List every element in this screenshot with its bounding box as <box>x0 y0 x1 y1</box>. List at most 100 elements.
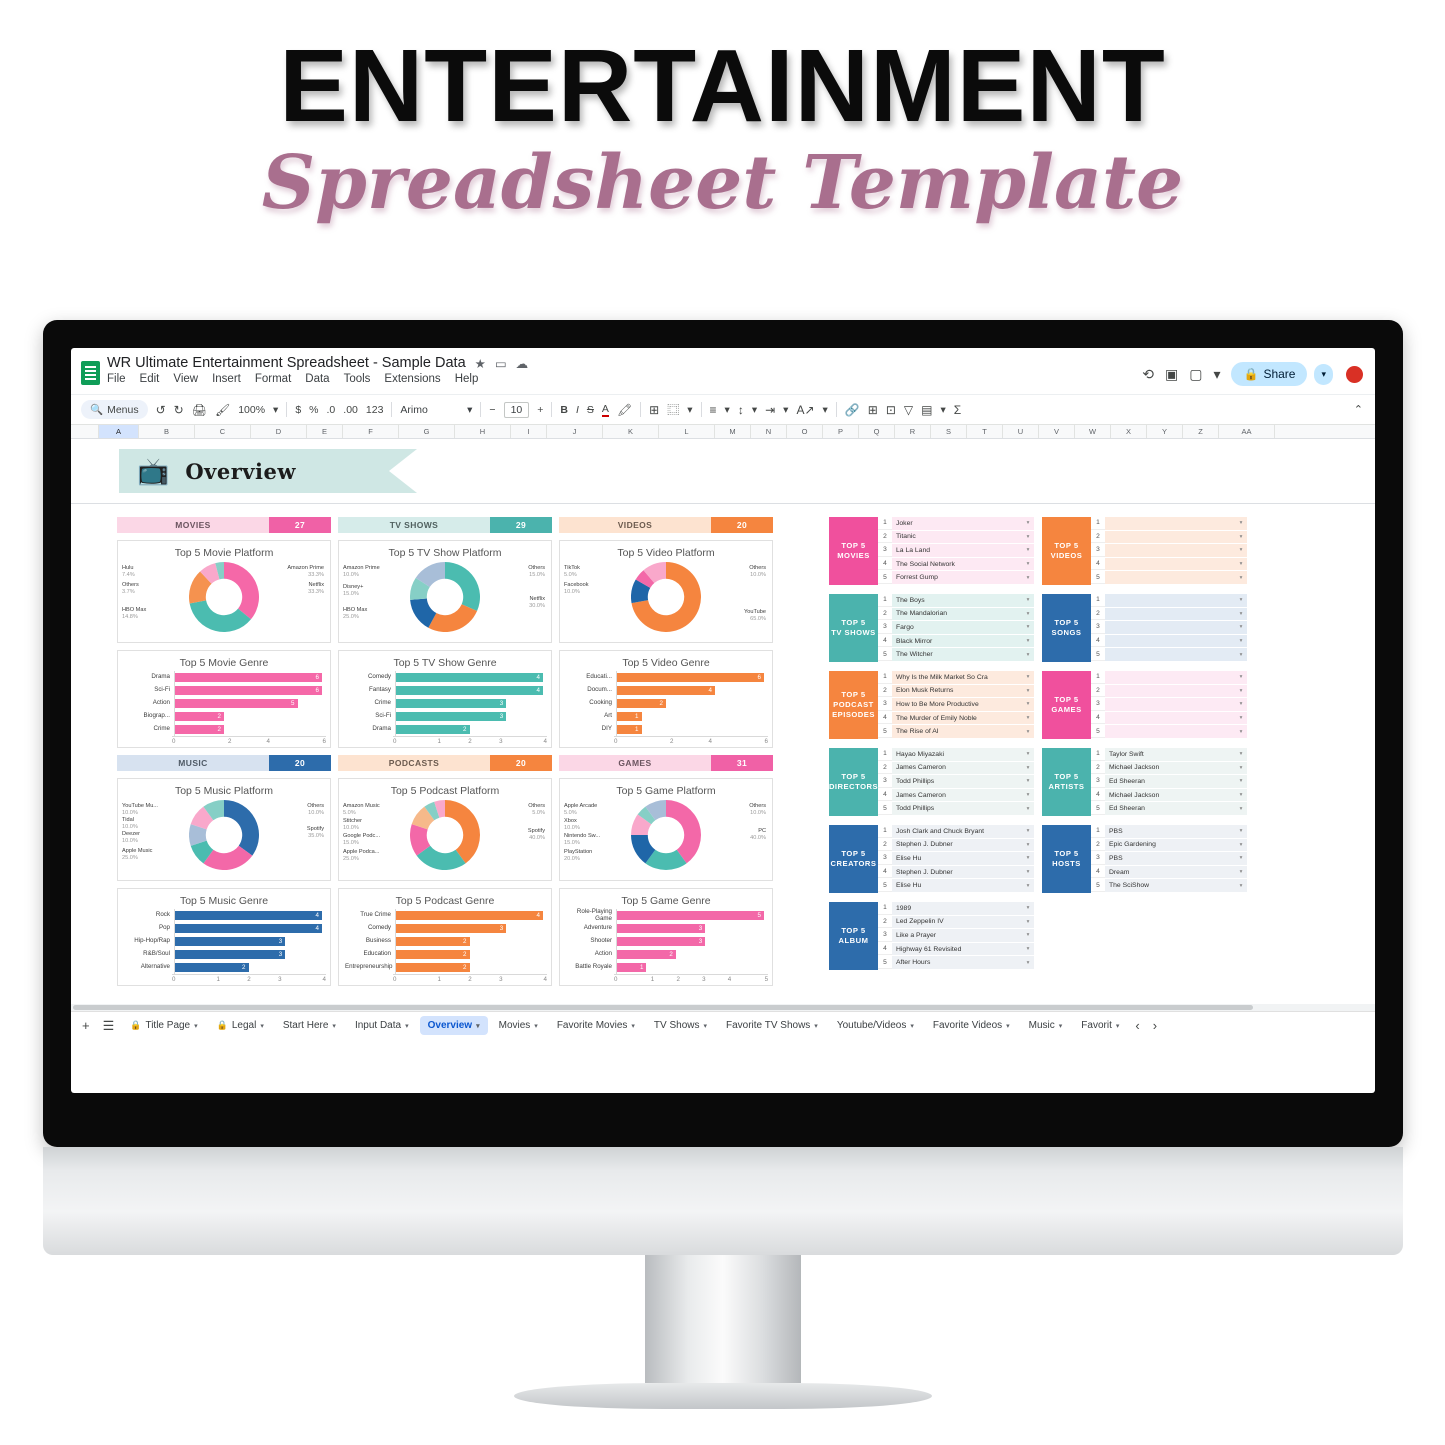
top5-tvshows-row-1[interactable]: 1 The Boys ▾ <box>878 594 1034 608</box>
meet-caret-icon[interactable]: ▾ <box>1213 366 1220 383</box>
chevron-down-icon[interactable]: ▾ <box>1022 869 1034 875</box>
chevron-down-icon[interactable]: ▾ <box>1235 842 1247 848</box>
merge-caret-icon[interactable]: ▾ <box>687 404 692 416</box>
column-header-V[interactable]: V <box>1039 425 1075 438</box>
top5-songs-row-4[interactable]: 4 ▾ <box>1091 634 1247 649</box>
sheet-tab-movies[interactable]: Movies ▾ <box>491 1016 546 1035</box>
top5-creators-row-4[interactable]: 4 Stephen J. Dubner ▾ <box>878 865 1034 880</box>
chevron-down-icon[interactable]: ▾ <box>814 1022 818 1030</box>
fill-color-icon[interactable]: 🖍 <box>617 403 632 417</box>
top5-creators-row-3[interactable]: 3 Elise Hu ▾ <box>878 852 1034 866</box>
top5-songs-row-1[interactable]: 1 ▾ <box>1091 594 1247 608</box>
menu-item-tools[interactable]: Tools <box>344 373 371 385</box>
chevron-down-icon[interactable]: ▾ <box>1022 960 1034 966</box>
chevron-down-icon[interactable]: ▾ <box>1022 715 1034 721</box>
top5-videos-row-2[interactable]: 2 ▾ <box>1091 530 1247 545</box>
chevron-down-icon[interactable]: ▾ <box>1022 792 1034 798</box>
sheet-tab-overview[interactable]: Overview ▾ <box>419 1016 488 1035</box>
chevron-down-icon[interactable]: ▾ <box>1022 638 1034 644</box>
chevron-down-icon[interactable]: ▾ <box>1022 729 1034 735</box>
chevron-down-icon[interactable]: ▾ <box>1235 806 1247 812</box>
menu-item-format[interactable]: Format <box>255 373 291 385</box>
movie-genre-card[interactable]: Top 5 Movie Genre Drama 6 Sci-Fi 6 Action 5 Bio… <box>117 650 331 748</box>
top5-artists-row-2[interactable]: 2 Michael Jackson ▾ <box>1091 761 1247 776</box>
top5-songs-row-2[interactable]: 2 ▾ <box>1091 607 1247 622</box>
chevron-down-icon[interactable]: ▾ <box>476 1022 480 1030</box>
chevron-down-icon[interactable]: ▾ <box>1235 765 1247 771</box>
top5-directors-row-4[interactable]: 4 James Cameron ▾ <box>878 788 1034 803</box>
chevron-down-icon[interactable]: ▾ <box>1235 597 1247 603</box>
top5-videos-row-1[interactable]: 1 ▾ <box>1091 517 1247 531</box>
chevron-down-icon[interactable]: ▾ <box>1022 828 1034 834</box>
wrap-caret-icon[interactable]: ▾ <box>783 404 788 416</box>
chevron-down-icon[interactable]: ▾ <box>534 1022 538 1030</box>
menu-item-file[interactable]: File <box>107 373 126 385</box>
sheet-tab-youtube-videos[interactable]: Youtube/Videos ▾ <box>829 1016 922 1035</box>
chevron-down-icon[interactable]: ▾ <box>1022 624 1034 630</box>
column-header-J[interactable]: J <box>547 425 603 438</box>
column-header-H[interactable]: H <box>455 425 511 438</box>
sheet-tab-favorite-movies[interactable]: Favorite Movies ▾ <box>549 1016 643 1035</box>
top5-podcast-episodes-row-5[interactable]: 5 The Rise of AI ▾ <box>878 725 1034 739</box>
chevron-down-icon[interactable]: ▾ <box>1022 611 1034 617</box>
chevron-down-icon[interactable]: ▾ <box>1235 688 1247 694</box>
share-caret-icon[interactable]: ▾ <box>1314 363 1333 385</box>
column-header-M[interactable]: M <box>715 425 751 438</box>
chevron-down-icon[interactable]: ▾ <box>1022 946 1034 952</box>
collapse-toolbar-icon[interactable]: ⌃ <box>1354 403 1365 416</box>
chevron-down-icon[interactable]: ▾ <box>260 1022 264 1030</box>
menu-item-view[interactable]: View <box>173 373 198 385</box>
chevron-down-icon[interactable]: ▾ <box>1022 778 1034 784</box>
vertical-align-icon[interactable]: ↕ <box>738 403 744 417</box>
chevron-down-icon[interactable]: ▾ <box>1235 547 1247 553</box>
top5-movies-row-4[interactable]: 4 The Social Network ▾ <box>878 557 1034 572</box>
chevron-down-icon[interactable]: ▾ <box>703 1022 707 1030</box>
decrease-decimal-icon[interactable]: .0 <box>327 404 336 416</box>
print-icon[interactable]: 🖨 <box>192 403 207 417</box>
valign-caret-icon[interactable]: ▾ <box>752 404 757 416</box>
movie-platform-card[interactable]: Top 5 Movie Platform Amazon Prime 33.3% Net… <box>117 540 331 643</box>
top5-videos-row-5[interactable]: 5 ▾ <box>1091 571 1247 585</box>
column-header-D[interactable]: D <box>251 425 307 438</box>
column-header-O[interactable]: O <box>787 425 823 438</box>
chevron-down-icon[interactable]: ▾ <box>910 1022 914 1030</box>
chevron-down-icon[interactable]: ▾ <box>1022 561 1034 567</box>
chevron-down-icon[interactable]: ▾ <box>405 1022 409 1030</box>
top5-hosts-row-4[interactable]: 4 Dream ▾ <box>1091 865 1247 880</box>
top5-movies-row-3[interactable]: 3 La La Land ▾ <box>878 544 1034 558</box>
increase-decimal-icon[interactable]: .00 <box>343 404 358 416</box>
top5-artists-row-1[interactable]: 1 Taylor Swift ▾ <box>1091 748 1247 762</box>
next-tabs-icon[interactable]: › <box>1148 1018 1162 1033</box>
top5-album-row-1[interactable]: 1 1989 ▾ <box>878 902 1034 916</box>
chevron-down-icon[interactable]: ▾ <box>1235 674 1247 680</box>
all-sheets-icon[interactable]: ☰ <box>98 1018 120 1034</box>
top5-directors-row-3[interactable]: 3 Todd Phillips ▾ <box>878 775 1034 789</box>
top5-tvshows-row-4[interactable]: 4 Black Mirror ▾ <box>878 634 1034 649</box>
chevron-down-icon[interactable]: ▾ <box>1022 806 1034 812</box>
top5-hosts-row-1[interactable]: 1 PBS ▾ <box>1091 825 1247 839</box>
chevron-down-icon[interactable]: ▾ <box>1022 842 1034 848</box>
text-wrap-icon[interactable]: ⇥ <box>765 403 775 417</box>
chevron-down-icon[interactable]: ▾ <box>1235 638 1247 644</box>
top5-games-row-3[interactable]: 3 ▾ <box>1091 698 1247 712</box>
chevron-down-icon[interactable]: ▾ <box>1022 701 1034 707</box>
column-header-L[interactable]: L <box>659 425 715 438</box>
menu-item-edit[interactable]: Edit <box>140 373 160 385</box>
comment-icon[interactable]: ▣ <box>1165 366 1178 383</box>
chevron-down-icon[interactable]: ▾ <box>1235 778 1247 784</box>
sheet-tab-legal[interactable]: 🔒 Legal ▾ <box>209 1016 272 1035</box>
move-to-folder-icon[interactable]: ▭ <box>495 356 507 371</box>
column-header-X[interactable]: X <box>1111 425 1147 438</box>
top5-album-row-4[interactable]: 4 Highway 61 Revisited ▾ <box>878 942 1034 957</box>
chevron-down-icon[interactable]: ▾ <box>1022 674 1034 680</box>
rotate-caret-icon[interactable]: ▾ <box>823 404 828 416</box>
top5-videos-row-4[interactable]: 4 ▾ <box>1091 557 1247 572</box>
create-filter-icon[interactable]: ▽ <box>904 403 913 417</box>
chevron-down-icon[interactable]: ▾ <box>1022 765 1034 771</box>
chevron-down-icon[interactable]: ▾ <box>1235 534 1247 540</box>
chevron-down-icon[interactable]: ▾ <box>1235 520 1247 526</box>
chevron-down-icon[interactable]: ▾ <box>1022 932 1034 938</box>
chevron-down-icon[interactable]: ▾ <box>1022 652 1034 658</box>
decrease-font-size-button[interactable]: − <box>489 404 495 416</box>
chevron-down-icon[interactable]: ▾ <box>1235 855 1247 861</box>
